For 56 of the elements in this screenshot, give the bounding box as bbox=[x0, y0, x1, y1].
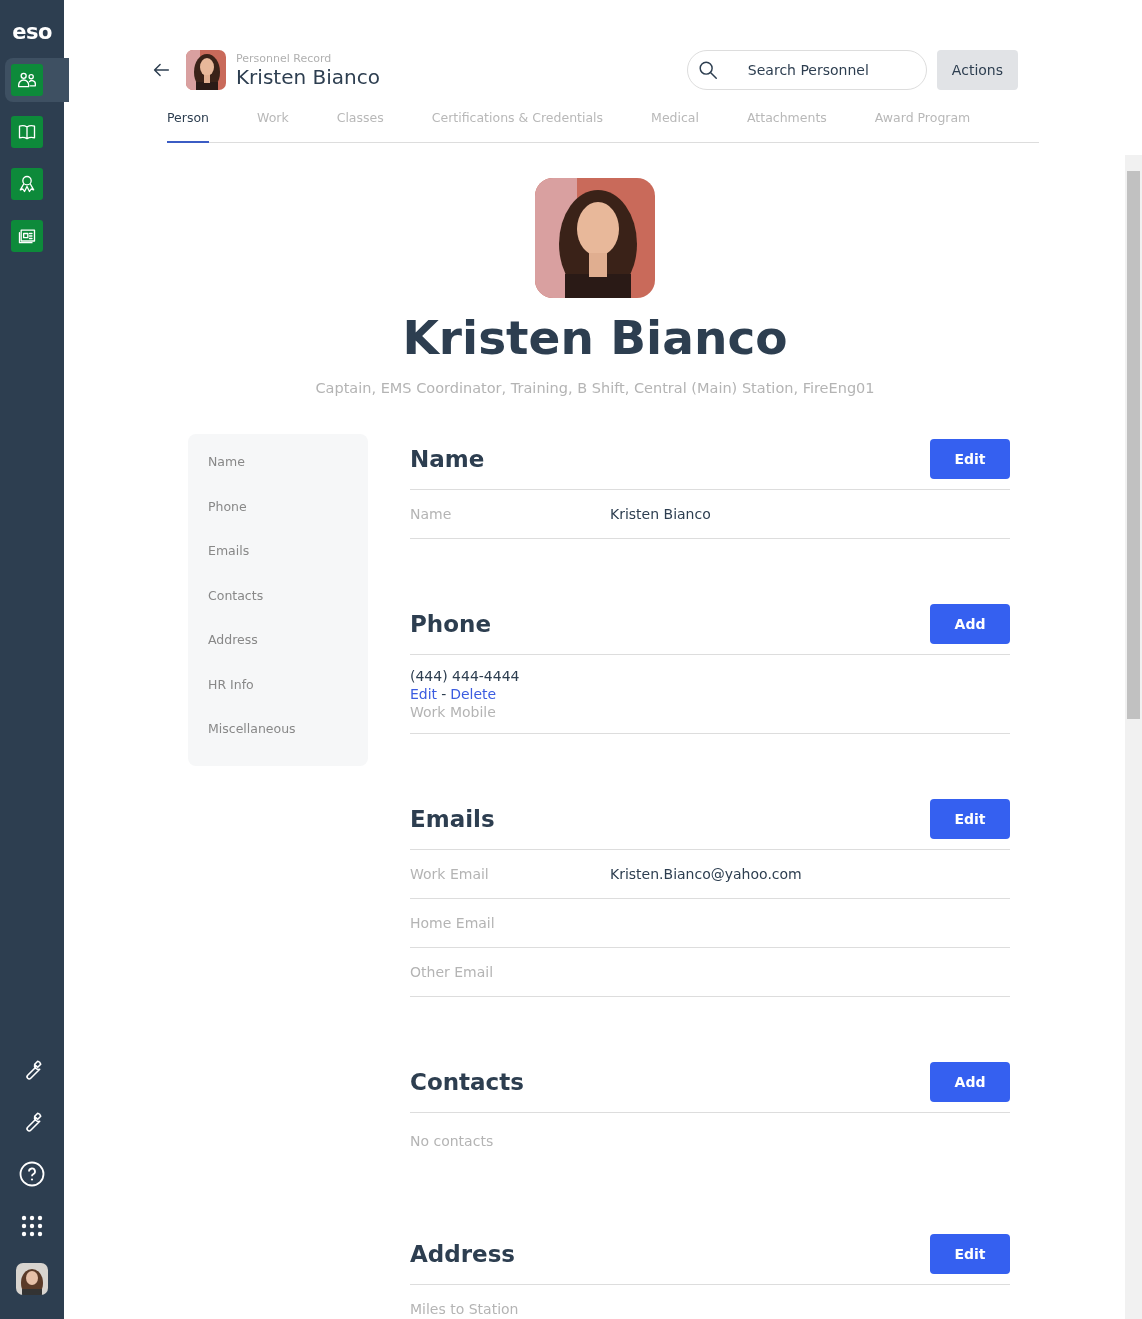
app-button[interactable] bbox=[11, 168, 43, 200]
edit-button[interactable]: Edit bbox=[930, 799, 1010, 839]
scrollbar-thumb[interactable] bbox=[1127, 171, 1140, 719]
empty-note: No contacts bbox=[410, 1132, 495, 1151]
tab[interactable]: Award Program bbox=[874, 110, 971, 143]
scrollbar[interactable] bbox=[1125, 155, 1142, 1319]
field-label: Miles to Station bbox=[410, 1301, 520, 1317]
separator: - bbox=[441, 685, 447, 703]
section-title: Name bbox=[410, 446, 485, 472]
section-nav-item[interactable]: Phone bbox=[208, 498, 368, 544]
add-button[interactable]: Add bbox=[930, 604, 1010, 644]
tab[interactable]: Certifications & Credentials bbox=[431, 110, 604, 143]
logo: eso bbox=[12, 20, 52, 44]
add-button[interactable]: Add bbox=[930, 1062, 1010, 1102]
field-value: Kristen Bianco bbox=[610, 506, 711, 522]
tab[interactable]: Person bbox=[167, 110, 209, 143]
phone-type: Work Mobile bbox=[410, 703, 497, 721]
phone-number: (444) 444-4444 bbox=[410, 667, 521, 685]
section-nav-item[interactable]: Emails bbox=[208, 543, 368, 588]
actions-button[interactable]: Actions bbox=[936, 50, 1018, 90]
section-title: Contacts bbox=[410, 1069, 524, 1095]
section-title: Emails bbox=[410, 806, 495, 832]
field-label: Other Email bbox=[410, 964, 495, 980]
section-title: Address bbox=[410, 1241, 516, 1267]
field-label: Work Email bbox=[410, 866, 490, 882]
edit-button[interactable]: Edit bbox=[930, 439, 1010, 479]
help-icon bbox=[19, 1161, 45, 1187]
app-button[interactable] bbox=[11, 64, 43, 96]
field-label: Home Email bbox=[410, 915, 496, 931]
section-nav-item[interactable]: HR Info bbox=[208, 676, 368, 722]
page-eyebrow: Personnel Record bbox=[236, 51, 333, 65]
book-icon bbox=[17, 122, 37, 142]
section-nav-item[interactable]: Miscellaneous bbox=[208, 721, 368, 767]
field-label: Name bbox=[410, 506, 453, 522]
tab[interactable]: Classes bbox=[336, 110, 384, 143]
tool-button[interactable] bbox=[17, 1159, 47, 1189]
page-title: Kristen Bianco bbox=[236, 64, 381, 89]
tab[interactable]: Work bbox=[257, 110, 289, 143]
app-button[interactable] bbox=[11, 116, 43, 148]
section-nav-item[interactable]: Name bbox=[208, 454, 368, 499]
app-grid-icon bbox=[21, 1215, 43, 1237]
section-nav-item[interactable]: Address bbox=[208, 632, 368, 677]
field-value: Kristen.Bianco@yahoo.com bbox=[610, 866, 802, 882]
award-ribbon-icon bbox=[17, 174, 37, 194]
tab[interactable]: Attachments bbox=[747, 110, 827, 143]
profile-name: Kristen Bianco bbox=[402, 310, 788, 366]
edit-link[interactable]: Edit bbox=[410, 685, 438, 703]
search-field[interactable]: Search Personnel bbox=[686, 50, 927, 90]
section-title: Phone bbox=[410, 611, 491, 637]
edit-button[interactable]: Edit bbox=[930, 1234, 1010, 1274]
profile-subtitle: Captain, EMS Coordinator, Training, B Shift, Central (Main) Station, FireEng01 bbox=[315, 380, 875, 396]
app-button[interactable] bbox=[11, 220, 43, 252]
section-nav-item[interactable]: Contacts bbox=[208, 587, 368, 633]
people-icon bbox=[17, 70, 37, 90]
delete-link[interactable]: Delete bbox=[450, 685, 497, 703]
tab[interactable]: Medical bbox=[651, 110, 699, 143]
